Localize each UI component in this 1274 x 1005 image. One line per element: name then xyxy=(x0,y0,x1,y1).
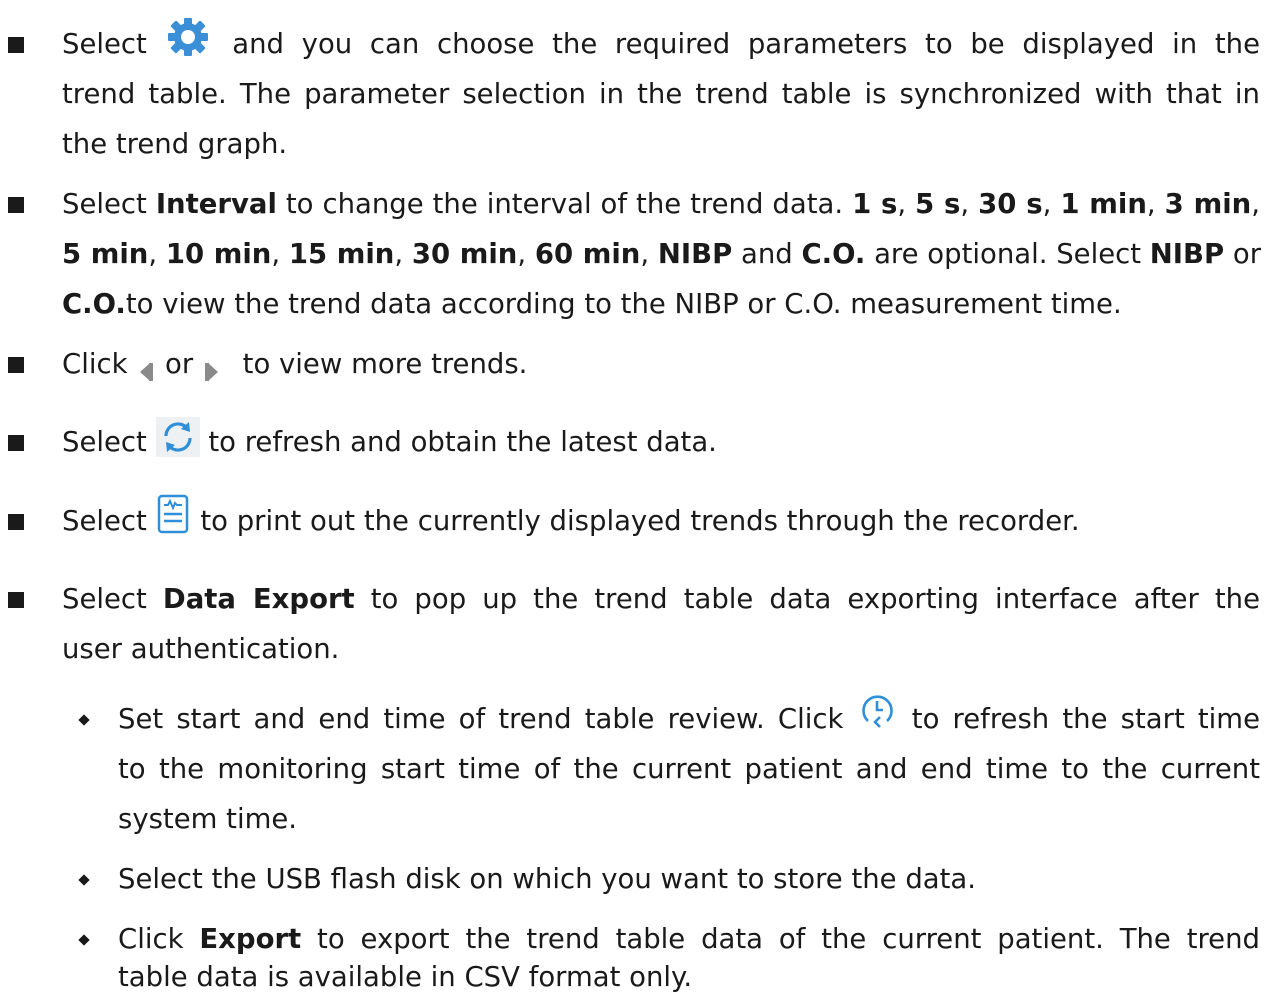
text-fragment: Select xyxy=(62,188,156,220)
bullet-marker xyxy=(8,514,24,530)
interval-value: NIBP xyxy=(657,238,733,270)
sub-bullet-marker xyxy=(78,714,90,726)
interval-option-label: Interval xyxy=(155,188,277,220)
interval-value: 1 min xyxy=(1060,188,1147,220)
text-fragment: or xyxy=(165,348,194,380)
interval-value: 5 min xyxy=(62,238,149,270)
text-fragment: to print out the currently displayed tre… xyxy=(200,505,1080,537)
bullet-item-navigate: Click or to view more trends. xyxy=(0,340,1274,390)
text-fragment: Click xyxy=(118,923,200,955)
paragraph-line: Select to refresh and obtain the latest … xyxy=(62,417,717,466)
sub-item-export: Click Export to export the trend table d… xyxy=(0,915,1274,1005)
interval-value: 10 min xyxy=(165,238,272,270)
arrow-right-icon xyxy=(202,351,222,381)
paragraph-line: Select to print out the currently displa… xyxy=(62,494,1080,545)
bullet-item-settings: Select and you can choose the required p… xyxy=(0,17,1274,170)
text-fragment: to export the trend table data of the cu… xyxy=(301,923,1260,955)
bullet-item-interval: Select Interval to change the interval o… xyxy=(0,180,1274,330)
interval-value: 15 min xyxy=(288,238,395,270)
interval-value: NIBP xyxy=(1149,238,1225,270)
paragraph-line: Select the USB flash disk on which you w… xyxy=(118,863,977,895)
interval-value: 5 s xyxy=(915,188,961,220)
refresh-icon xyxy=(155,417,200,457)
paragraph-line: Select and you can choose the required p… xyxy=(62,17,1261,68)
interval-value: 3 min xyxy=(1164,188,1252,220)
text-fragment: Click xyxy=(62,348,128,380)
paragraph-line: 5 min, 10 min, 15 min, 30 min, 60 min, N… xyxy=(62,230,1262,278)
record-icon xyxy=(156,494,192,534)
separator: , xyxy=(1251,188,1260,220)
separator: , xyxy=(897,188,916,220)
text-fragment: to view more trends. xyxy=(242,348,528,380)
bullet-item-refresh: Select to refresh and obtain the latest … xyxy=(0,417,1274,468)
paragraph-line: Click or to view more trends. xyxy=(62,340,527,388)
interval-value: 1 s xyxy=(852,188,898,220)
sub-item-select-usb: Select the USB flash disk on which you w… xyxy=(0,855,1274,905)
paragraph-line: trend table. The parameter selection in … xyxy=(62,78,1260,110)
text-fragment: to view the trend data according to the … xyxy=(125,288,1122,320)
bullet-marker xyxy=(8,37,24,53)
text-fragment: to refresh and obtain the latest data. xyxy=(208,426,717,458)
sub-bullet-marker xyxy=(78,934,90,946)
text-fragment: Select xyxy=(62,505,147,537)
bullet-item-record: Select to print out the currently displa… xyxy=(0,494,1274,547)
bullet-item-data-export: Select Data Export to pop up the trend t… xyxy=(0,575,1274,685)
interval-value: 60 min xyxy=(534,238,641,270)
interval-value: 30 s xyxy=(978,188,1043,220)
paragraph-line: the trend graph. xyxy=(62,128,288,160)
text-fragment: Select xyxy=(62,583,163,615)
text-fragment: Set start and end time of trend table re… xyxy=(118,703,844,735)
bullet-marker xyxy=(8,592,24,608)
paragraph-line: C.O.to view the trend data according to … xyxy=(62,280,1122,328)
separator: , xyxy=(148,238,166,270)
text-fragment: to change the interval of the trend data… xyxy=(276,188,853,220)
paragraph-line: Set start and end time of trend table re… xyxy=(118,695,1260,743)
separator: , xyxy=(960,188,979,220)
text-fragment: Select xyxy=(62,426,147,458)
interval-value: 30 min xyxy=(411,238,518,270)
separator: , xyxy=(640,238,658,270)
separator: , xyxy=(517,238,535,270)
paragraph-line: user authentication. xyxy=(62,633,340,665)
bullet-marker xyxy=(8,357,24,373)
text-fragment: to refresh the start time xyxy=(911,703,1261,735)
separator: , xyxy=(1146,188,1165,220)
paragraph-line: system time. xyxy=(118,803,298,835)
paragraph-line: to the monitoring start time of the curr… xyxy=(118,753,1260,785)
text-fragment: and you can choose the required paramete… xyxy=(232,28,1261,60)
time-reset-icon xyxy=(857,690,899,730)
text-fragment: or xyxy=(1224,238,1262,270)
sub-item-set-time: Set start and end time of trend table re… xyxy=(0,695,1274,845)
text-fragment: to pop up the trend table data exporting… xyxy=(354,583,1261,615)
gear-icon xyxy=(165,17,215,57)
separator: , xyxy=(394,238,412,270)
bullet-marker xyxy=(8,435,24,451)
bullet-marker xyxy=(8,197,24,213)
export-label: Export xyxy=(199,923,302,955)
separator: , xyxy=(271,238,289,270)
paragraph-line: Select Interval to change the interval o… xyxy=(62,180,1260,228)
text-fragment: and xyxy=(732,238,802,270)
data-export-label: Data Export xyxy=(162,583,355,615)
paragraph-line: table data is available in CSV format on… xyxy=(118,961,693,993)
text-fragment: Select xyxy=(62,28,147,60)
text-fragment: are optional. Select xyxy=(865,238,1150,270)
arrow-left-icon xyxy=(136,351,156,381)
interval-value: C.O. xyxy=(62,288,126,320)
separator: , xyxy=(1042,188,1061,220)
paragraph-line: Select Data Export to pop up the trend t… xyxy=(62,575,1260,623)
sub-bullet-marker xyxy=(78,874,90,886)
interval-value: C.O. xyxy=(801,238,866,270)
